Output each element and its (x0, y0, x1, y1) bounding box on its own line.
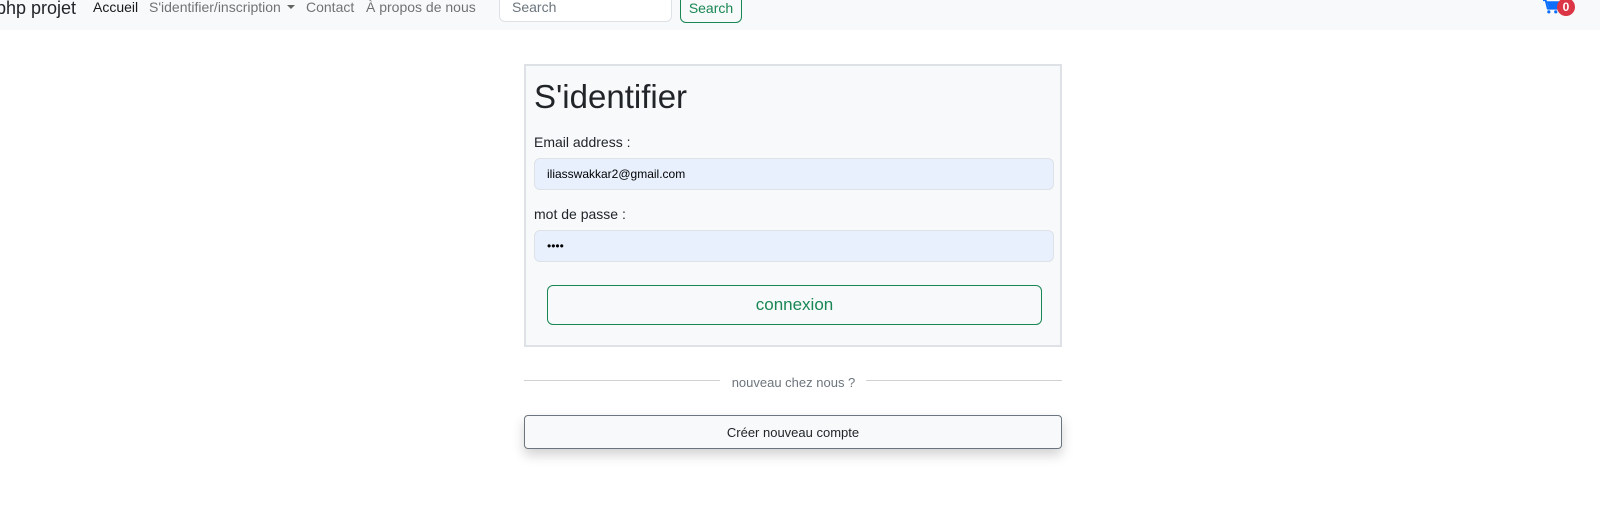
connexion-button[interactable]: connexion (547, 285, 1042, 325)
cart-button[interactable]: 0 (1543, 0, 1583, 20)
email-field[interactable] (534, 158, 1054, 190)
divider-line-right (866, 380, 1062, 381)
nav-dropdown-account[interactable]: S'identifier/inscription (149, 0, 295, 15)
create-account-button[interactable]: Créer nouveau compte (524, 415, 1062, 449)
divider-line-left (524, 380, 720, 381)
navbar: php projet Accueil S'identifier/inscript… (0, 0, 1600, 30)
password-label: mot de passe : (534, 206, 626, 222)
nav-dropdown-account-label: S'identifier/inscription (149, 0, 281, 15)
nav-link-contact[interactable]: Contact (306, 0, 354, 15)
login-card: S'identifier Email address : mot de pass… (524, 64, 1062, 347)
nav-link-about[interactable]: À propos de nous (366, 0, 476, 15)
cart-count-badge: 0 (1557, 0, 1575, 16)
new-user-prompt: nouveau chez nous ? (731, 375, 856, 390)
search-input[interactable] (499, 0, 672, 22)
caret-down-icon (286, 5, 295, 9)
search-button[interactable]: Search (680, 0, 742, 23)
password-field[interactable] (534, 230, 1054, 262)
brand-link[interactable]: php projet (0, 0, 76, 19)
nav-link-home[interactable]: Accueil (93, 0, 138, 15)
login-title: S'identifier (534, 78, 688, 115)
email-label: Email address : (534, 134, 631, 150)
